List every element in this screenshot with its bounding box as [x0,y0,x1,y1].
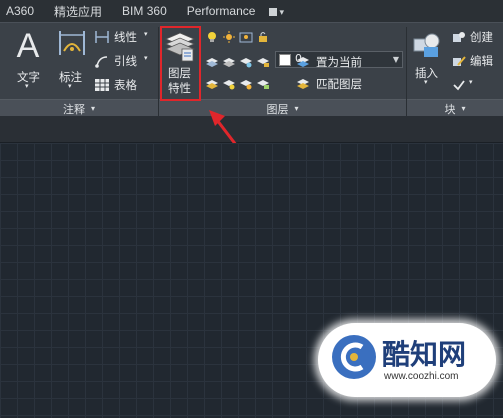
highlight-box [160,26,201,101]
watermark-brand: 酷知网 [382,338,467,371]
layer-color-swatch [279,54,291,66]
chevron-down-icon: ▾ [25,82,29,90]
tab-performance[interactable]: Performance [177,4,266,18]
block-attributes-button[interactable]: ▾ [452,77,482,93]
ribbon-tab-bar: A360 精选应用 BIM 360 Performance ▾ [0,0,503,22]
chevron-down-icon: ▾ [461,104,466,113]
layer-off-icon[interactable] [222,56,236,68]
create-label: 创建 [470,30,493,44]
table-button[interactable]: 表格 [94,77,156,93]
layer-thaw-all-icon[interactable] [239,78,253,90]
layer-on-bulb-icon[interactable] [205,31,219,43]
table-label: 表格 [114,78,137,92]
match-layer-label: 匹配图层 [316,77,362,91]
make-current-button[interactable]: 置为当前 [296,54,376,70]
text-button[interactable]: A 文字 ▾ [8,27,48,90]
linear-label: 线性 [114,30,137,44]
text-icon: A [17,27,40,63]
watermark-badge: 酷知网 www.coozhi.com [318,323,496,397]
ribbon-panel-area: A 文字 ▾ 标注 ▾ 线性 ▾ 引线 ▾ 表格 注释 ▾ 图层 特性 0 ▼ … [0,22,503,117]
svg-text:A: A [17,27,40,63]
chevron-down-icon: ▼ [392,55,399,64]
tab-a360[interactable]: A360 [0,4,44,18]
watermark-url: www.coozhi.com [384,371,459,382]
chevron-down-icon: ▾ [90,104,95,113]
tab-bim360[interactable]: BIM 360 [112,4,177,18]
watermark-logo-icon [332,335,376,379]
chevron-down-icon: ▾ [424,78,428,86]
match-layer-button[interactable]: 匹配图层 [296,76,376,92]
layer-unlock-icon[interactable] [256,31,270,43]
chevron-down-icon: ▾ [469,78,473,86]
chevron-down-icon: ▾ [144,30,148,38]
leader-label: 引线 [114,54,137,68]
edit-block-button[interactable]: 编辑 [452,53,502,69]
layer-turn-all-on-icon[interactable] [222,78,236,90]
linear-dimension-icon [95,31,109,43]
layers-panel-title[interactable]: 图层 ▾ [159,99,406,117]
dimension-icon [59,31,85,55]
dimension-button[interactable]: 标注 ▾ [54,27,90,90]
layer-unisolate-icon[interactable] [205,78,219,90]
chevron-down-icon: ▾ [68,82,72,90]
leader-button[interactable]: 引线 ▾ [94,53,156,69]
layer-freeze-viewport-icon[interactable] [239,31,253,43]
create-block-icon [453,32,465,42]
layer-isolate-icon[interactable] [205,56,219,68]
make-current-icon [297,57,309,67]
linear-dimension-button[interactable]: 线性 ▾ [94,29,156,45]
layer-lock-icon[interactable] [256,56,270,68]
leader-icon [95,56,108,68]
edit-block-icon [453,56,466,66]
make-current-label: 置为当前 [316,55,362,69]
table-icon [95,79,109,91]
block-panel-title[interactable]: 块 ▾ [407,99,503,117]
layer-thaw-sun-icon[interactable] [222,31,236,43]
layer-freeze-icon[interactable] [239,56,253,68]
annotation-panel-title[interactable]: 注释 ▾ [0,99,158,117]
insert-block-button[interactable]: 插入 ▾ [410,29,446,89]
block-attributes-icon [453,80,465,91]
layer-unlock-all-icon[interactable] [256,78,270,90]
chevron-down-icon: ▾ [144,54,148,62]
match-layer-icon [297,79,309,89]
edit-label: 编辑 [470,54,493,68]
chevron-down-icon: ▾ [294,104,299,113]
tab-featured-apps[interactable]: 精选应用 [44,3,112,20]
insert-block-icon [413,33,440,57]
tab-overflow-menu[interactable]: ▾ [265,4,288,18]
create-block-button[interactable]: 创建 [452,29,502,45]
